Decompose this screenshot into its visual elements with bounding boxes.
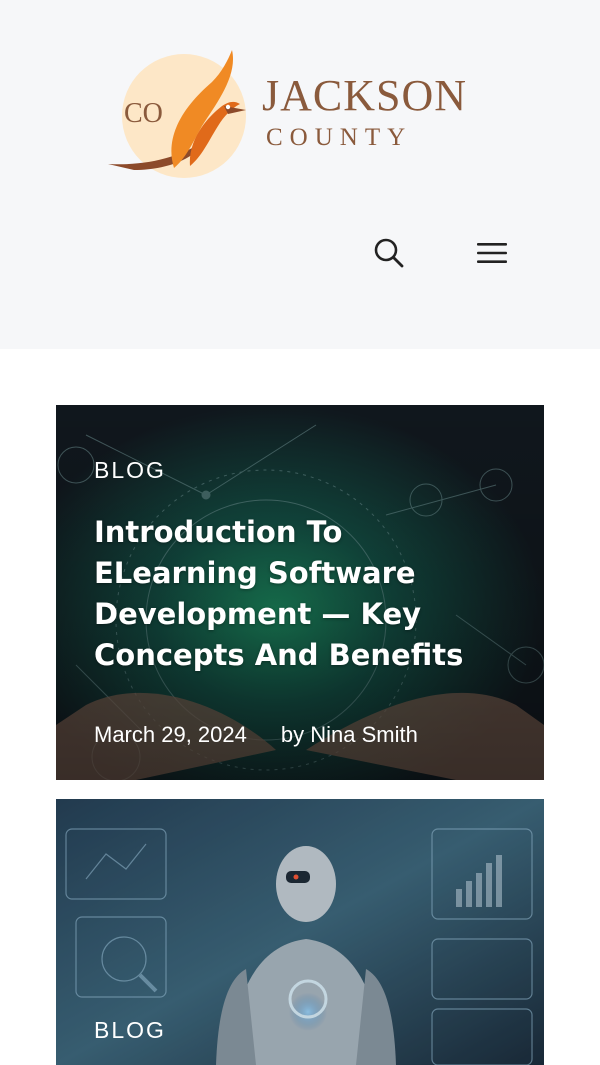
menu-button[interactable] bbox=[471, 232, 513, 274]
post-card[interactable]: BLOG bbox=[56, 799, 544, 1065]
post-date: March 29, 2024 bbox=[94, 722, 247, 747]
logo-county: COUNTY bbox=[266, 124, 413, 151]
site-logo[interactable]: CO JACKSON COUNTY bbox=[104, 46, 504, 186]
search-button[interactable] bbox=[368, 232, 410, 274]
bird-logo-icon: CO bbox=[108, 50, 246, 178]
post-category-link[interactable]: BLOG bbox=[94, 1017, 166, 1044]
search-icon bbox=[374, 238, 404, 268]
hamburger-menu-icon bbox=[477, 243, 507, 263]
post-title[interactable]: Introduction To ELearning Software Devel… bbox=[94, 512, 514, 676]
post-card-content: BLOG Introduction To ELearning Software … bbox=[94, 457, 514, 748]
logo-monogram: CO bbox=[124, 98, 163, 129]
post-meta: March 29, 2024 by Nina Smith bbox=[94, 722, 514, 748]
post-card-content: BLOG bbox=[94, 1017, 514, 1044]
post-category-link[interactable]: BLOG bbox=[94, 457, 166, 484]
post-author[interactable]: by Nina Smith bbox=[281, 722, 418, 748]
post-card[interactable]: BLOG Introduction To ELearning Software … bbox=[56, 405, 544, 780]
logo-name: JACKSON bbox=[262, 71, 468, 120]
site-header: CO JACKSON COUNTY bbox=[0, 0, 600, 349]
